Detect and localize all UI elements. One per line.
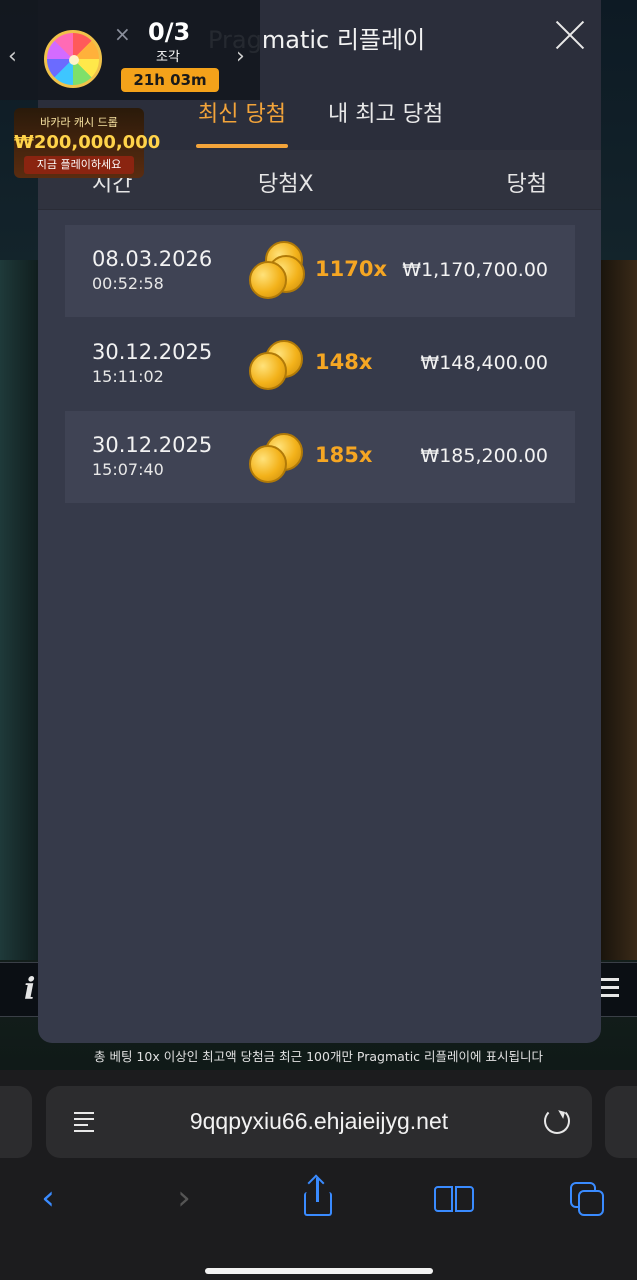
row-multiplier: 148x: [315, 350, 373, 374]
coin-pair-icon: [245, 332, 307, 396]
home-indicator: [205, 1268, 433, 1274]
row-date: 30.12.2025: [92, 340, 213, 364]
row-multiplier: 1170x: [315, 257, 387, 281]
address-bar[interactable]: 9qqpyxiu66.ehjaieijyg.net: [46, 1086, 592, 1158]
row-time: 15:11:02: [92, 367, 164, 386]
table-row[interactable]: 30.12.2025 15:07:40 185x ₩185,200.00: [65, 411, 575, 503]
bookmarks-icon[interactable]: [434, 1178, 474, 1218]
row-date: 30.12.2025: [92, 433, 213, 457]
table-row[interactable]: 08.03.2026 00:52:58 1170x ₩1,170,700.00: [65, 225, 575, 317]
row-time: 15:07:40: [92, 460, 164, 479]
piece-count: 0/3: [148, 18, 191, 46]
column-header-win: 당첨: [506, 172, 547, 197]
replay-footer-note: 총 베팅 10x 이상인 최고액 당첨금 최근 100개만 Pragmatic …: [93, 1049, 544, 1064]
row-multiplier: 185x: [315, 443, 373, 467]
wins-list: 08.03.2026 00:52:58 1170x ₩1,170,700.00 …: [65, 225, 575, 504]
prize-wheel-icon[interactable]: [44, 30, 102, 88]
chevron-left-icon[interactable]: ‹: [8, 44, 17, 69]
close-icon[interactable]: [553, 18, 587, 52]
row-amount: ₩1,170,700.00: [402, 259, 548, 281]
row-time: 00:52:58: [92, 274, 164, 293]
tab-my-best-wins[interactable]: 내 최고 당첨: [328, 96, 443, 128]
previous-tab-pill[interactable]: [0, 1086, 32, 1158]
cash-drop-banner[interactable]: 바카라 캐시 드롭 ₩200,000,000 지금 플레이하세요: [14, 108, 161, 178]
close-icon[interactable]: ×: [114, 22, 131, 46]
tab-recent-wins[interactable]: 최신 당첨: [198, 96, 286, 128]
promo-timer: 21h 03m: [121, 68, 219, 92]
column-header-multiplier: 당첨X: [258, 172, 314, 197]
active-tab-indicator: [196, 144, 288, 148]
reload-icon[interactable]: [544, 1108, 570, 1134]
next-tab-pill[interactable]: [605, 1086, 637, 1158]
row-date: 08.03.2026: [92, 247, 213, 271]
forward-icon[interactable]: ›: [164, 1178, 204, 1218]
share-icon[interactable]: [298, 1178, 338, 1218]
coin-stack-icon: [245, 239, 307, 303]
row-amount: ₩148,400.00: [420, 352, 548, 374]
chevron-right-icon[interactable]: ›: [236, 44, 245, 69]
banner-play-button[interactable]: 지금 플레이하세요: [24, 156, 134, 174]
tabs-icon[interactable]: [568, 1178, 608, 1218]
banner-amount: ₩200,000,000: [14, 132, 161, 153]
game-reel-right-edge: [601, 260, 637, 960]
piece-label: 조각: [156, 50, 180, 65]
url-text[interactable]: 9qqpyxiu66.ehjaieijyg.net: [46, 1108, 592, 1135]
promo-widget: ‹ × 0/3 조각 21h 03m ›: [0, 0, 260, 100]
banner-title: 바카라 캐시 드롭: [40, 116, 118, 129]
game-info-button[interactable]: i: [24, 972, 35, 1007]
coin-pair-icon: [245, 425, 307, 489]
game-reel-left-edge: [0, 260, 40, 960]
row-amount: ₩185,200.00: [420, 445, 548, 467]
back-icon[interactable]: ‹: [28, 1178, 68, 1218]
game-menu-icon[interactable]: [599, 978, 619, 1002]
table-row[interactable]: 30.12.2025 15:11:02 148x ₩148,400.00: [65, 318, 575, 410]
